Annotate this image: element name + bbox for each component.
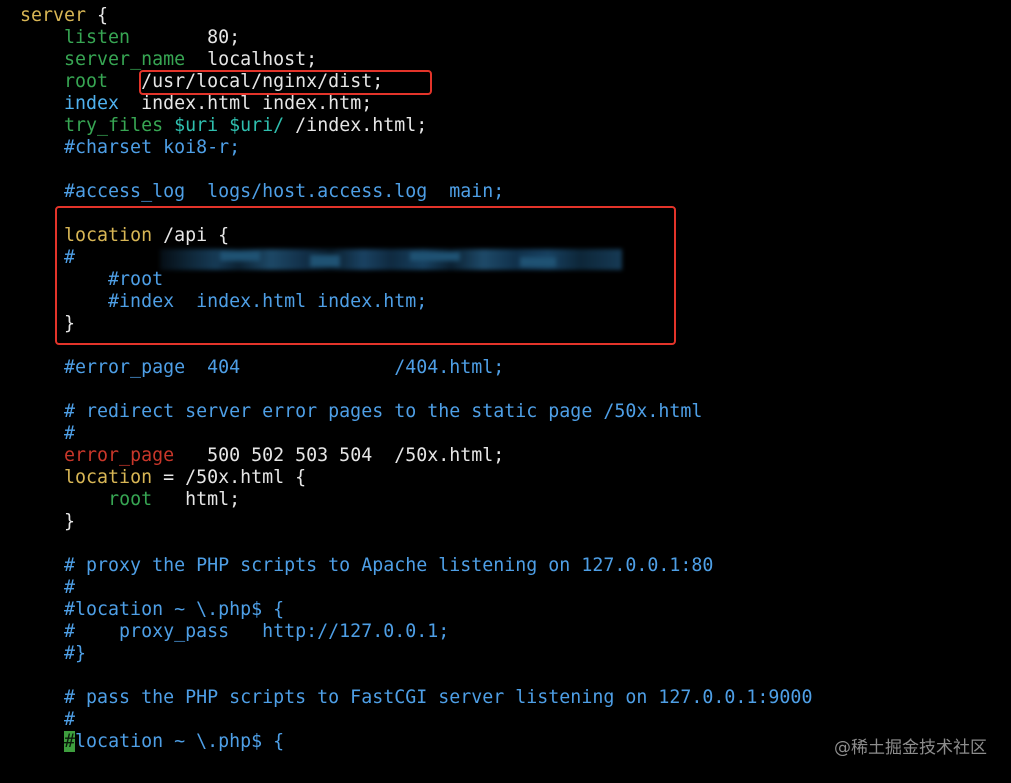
code-line: try_files $uri $uri/ /index.html; [20,115,427,137]
code-token: index.html index.htm; [119,93,373,114]
code-line: #access_log logs/host.access.log main; [20,181,504,203]
highlight-box-root-path [139,70,432,95]
code-token: # redirect server error pages to the sta… [20,401,703,422]
code-line: #location ~ \.php$ { [20,731,284,753]
redacted-blur [160,249,622,270]
code-token: root [108,489,153,510]
code-token: # pass the PHP scripts to FastCGI server… [20,687,813,708]
code-line: listen 80; [20,27,240,49]
code-token: #error_page 404 /404.html; [20,357,505,378]
code-line: location = /50x.html { [20,467,306,489]
code-token: index [64,93,120,114]
code-line: # [20,423,75,445]
code-line: root html; [20,489,240,511]
terminal-editor[interactable]: server { listen 80; server_name localhos… [0,0,1011,783]
code-token: #access_log logs/host.access.log main; [20,181,505,202]
watermark: @稀土掘金技术社区 [834,738,987,758]
code-token: # [20,577,76,598]
code-token: #charset koi8-r; [20,137,241,158]
code-line: # [20,577,75,599]
code-token: # proxy the PHP scripts to Apache listen… [20,555,714,576]
code-token: # [20,423,76,444]
code-token: # [20,709,76,730]
code-token: html; [152,489,241,510]
code-line: #error_page 404 /404.html; [20,357,504,379]
code-token: /index.html; [284,115,428,136]
code-token: } [20,511,76,532]
code-token: server [20,5,87,26]
code-line: # redirect server error pages to the sta… [20,401,702,423]
code-line: # pass the PHP scripts to FastCGI server… [20,687,812,709]
code-line: # [20,709,75,731]
code-token: location [64,467,153,488]
code-line: index index.html index.htm; [20,93,372,115]
code-line: #location ~ \.php$ { [20,599,284,621]
code-token: root [64,71,109,92]
code-line: # proxy the PHP scripts to Apache listen… [20,555,713,577]
code-token: localhost; [185,49,318,70]
code-token: $uri $uri/ [174,115,285,136]
code-token: error_page [64,445,175,466]
code-token: 80; [130,27,241,48]
code-token: location ~ \.php$ { [75,731,285,752]
code-token: try_files [64,115,164,136]
code-token: listen [64,27,131,48]
code-token: { [86,5,109,26]
code-line: server { [20,5,108,27]
code-token: server_name [64,49,186,70]
code-token: # proxy_pass http://127.0.0.1; [20,621,450,642]
code-area[interactable]: server { listen 80; server_name localhos… [20,0,1011,783]
code-line: #} [20,643,86,665]
code-token: #location ~ \.php$ { [20,599,285,620]
code-line: #charset koi8-r; [20,137,240,159]
code-line: # proxy_pass http://127.0.0.1; [20,621,449,643]
text-cursor: # [64,731,76,752]
code-token: = /50x.html { [152,467,307,488]
code-token: 500 502 503 504 /50x.html; [174,445,505,466]
code-line: } [20,511,75,533]
code-line: server_name localhost; [20,49,317,71]
code-line: error_page 500 502 503 504 /50x.html; [20,445,504,467]
highlight-box-location-api [55,206,676,345]
code-token: #} [20,643,87,664]
